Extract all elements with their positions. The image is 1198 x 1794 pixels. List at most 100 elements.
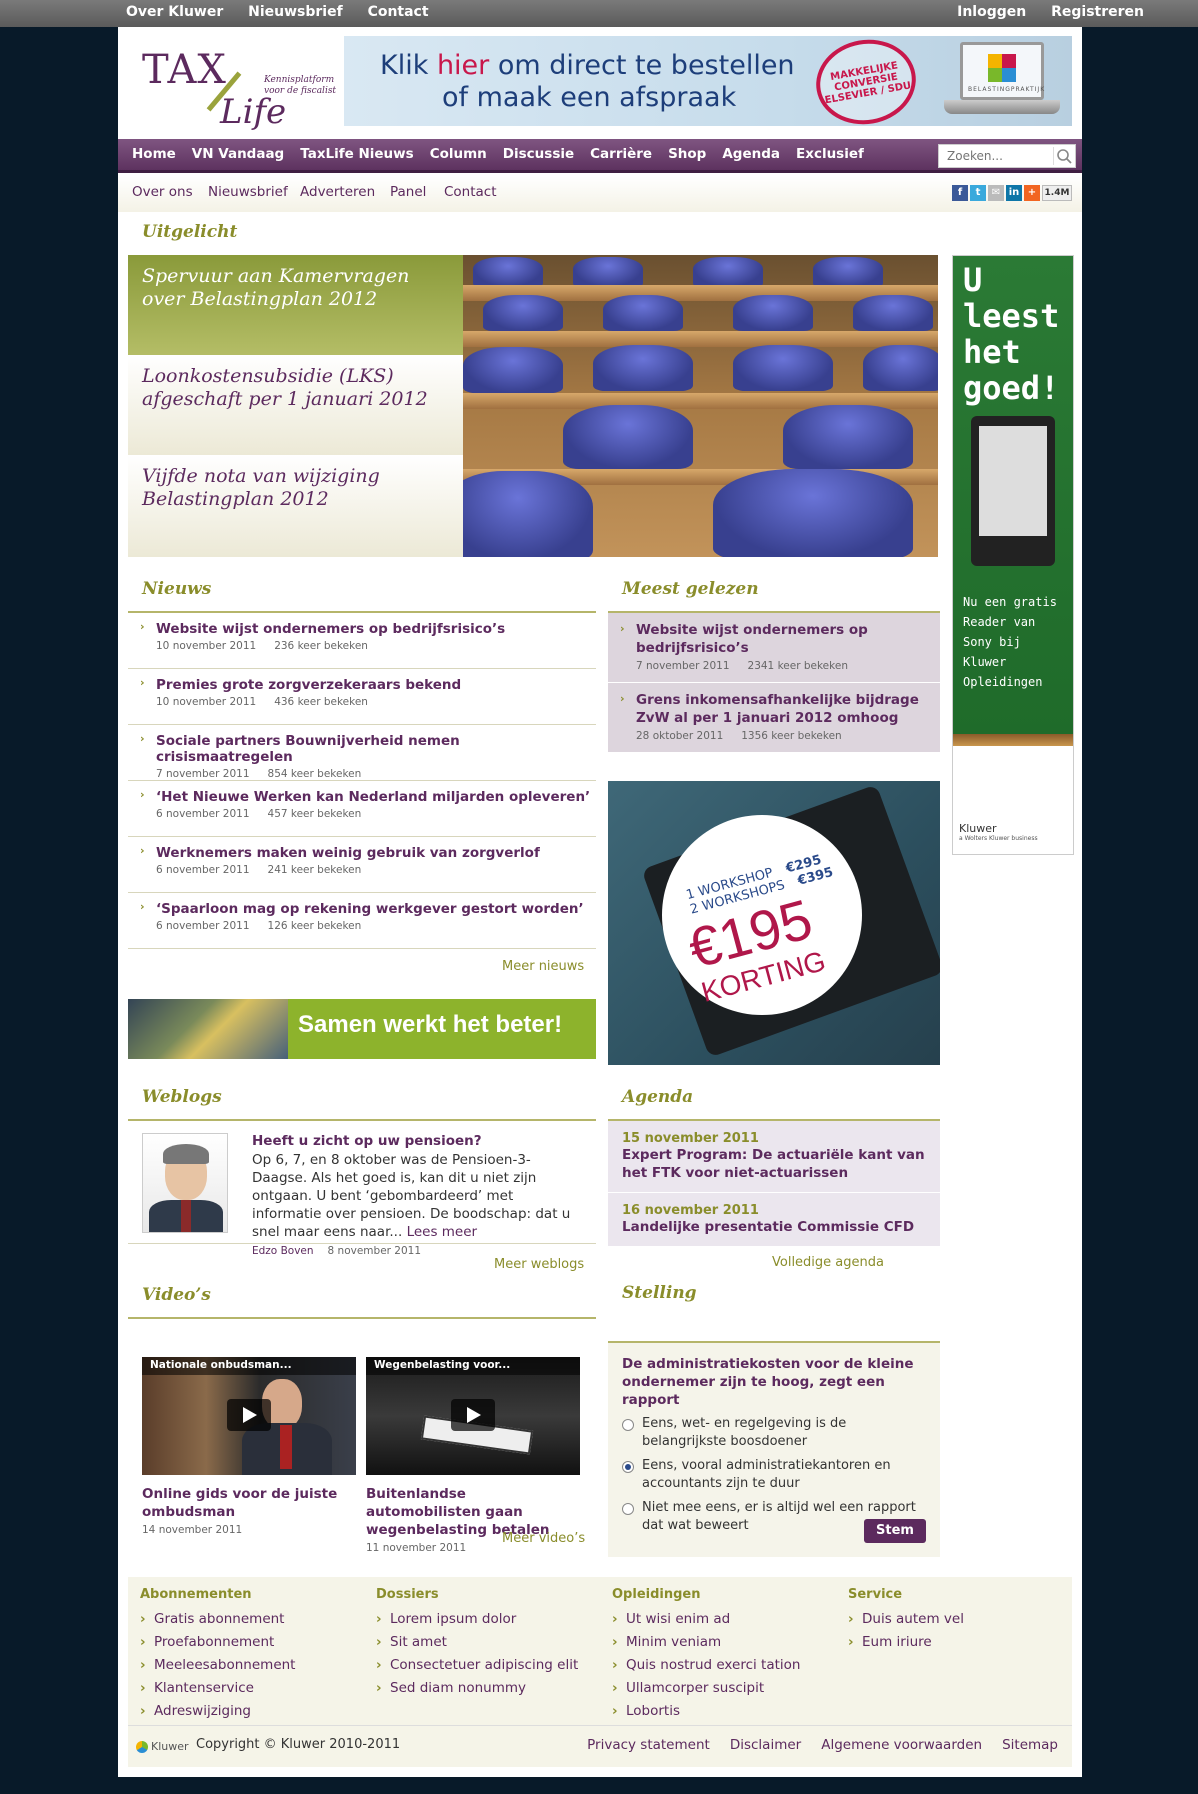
video-thumbnail[interactable]: Wegenbelasting voor... (366, 1357, 580, 1475)
twitter-icon[interactable]: t (970, 185, 986, 201)
footer-link[interactable]: Minim veniam (612, 1631, 800, 1654)
news-link[interactable]: Sociale partners Bouwnijverheid nemen cr… (156, 733, 596, 765)
search-icon[interactable] (1053, 147, 1073, 165)
more-news-link[interactable]: Meer nieuws (502, 959, 584, 974)
subnav-over-ons[interactable]: Over ons (132, 184, 193, 200)
nav-discussie[interactable]: Discussie (495, 139, 582, 173)
featured-item[interactable]: Spervuur aan Kamervragen over Belastingp… (128, 255, 463, 355)
nav-vn-vandaag[interactable]: VN Vandaag (184, 139, 292, 173)
samen-banner[interactable]: Samen werkt het beter! (128, 999, 596, 1059)
sitemap-link[interactable]: Sitemap (1002, 1737, 1058, 1753)
agenda-item: 16 november 2011 Landelijke presentatie C… (608, 1193, 940, 1247)
uitgelicht-title: Uitgelicht (142, 222, 238, 242)
footer-link[interactable]: Quis nostrud exerci tation (612, 1654, 800, 1677)
header-banner-ad[interactable]: Klik hier om direct te bestellen of maak… (344, 36, 1072, 126)
footer-link[interactable]: Duis autem vel (848, 1608, 964, 1631)
footer-link[interactable]: Gratis abonnement (140, 1608, 295, 1631)
page: TAX Life Kennisplatform voor de fiscalis… (118, 27, 1082, 1777)
most-read-link[interactable]: Grens inkomensafhankelijke bijdrage ZvW … (636, 691, 926, 727)
nav-taxlife-nieuws[interactable]: TaxLife Nieuws (292, 139, 421, 173)
privacy-link[interactable]: Privacy statement (587, 1737, 710, 1753)
rowing-photo (128, 999, 288, 1059)
footer-link[interactable]: Proefabonnement (140, 1631, 295, 1654)
subnav-adverteren[interactable]: Adverteren (300, 184, 375, 200)
vote-button[interactable]: Stem (864, 1519, 926, 1543)
news-link[interactable]: Website wijst ondernemers op bedrijfsris… (156, 621, 596, 637)
radio-button[interactable] (622, 1503, 634, 1515)
video-thumbnail[interactable]: Nationale onbudsman... (142, 1357, 356, 1475)
subnav-panel[interactable]: Panel (390, 184, 426, 200)
news-link[interactable]: Premies grote zorgverzekeraars bekend (156, 677, 596, 693)
video-title[interactable]: Online gids voor de juiste ombudsman (142, 1485, 356, 1521)
featured-photo[interactable] (463, 255, 938, 557)
footer-link[interactable]: Sed diam nonummy (376, 1677, 578, 1700)
more-videos-link[interactable]: Meer video’s (502, 1531, 585, 1546)
radio-button[interactable] (622, 1419, 634, 1431)
news-item: › Premies grote zorgverzekeraars bekend 10… (128, 669, 596, 725)
play-icon[interactable] (451, 1399, 495, 1431)
chevron-right-icon: › (140, 620, 145, 633)
weblog-author[interactable]: Edzo Boven (252, 1245, 314, 1257)
chevron-right-icon: › (620, 622, 625, 635)
top-links-left: Over Kluwer Nieuwsbrief Contact (126, 4, 449, 20)
addthis-icon[interactable]: + (1024, 185, 1040, 201)
read-more-link[interactable]: Lees meer (407, 1224, 478, 1240)
sidebar-ad[interactable]: U leest het goed! Nu een gratis Reader v… (952, 255, 1074, 855)
more-weblogs-link[interactable]: Meer weblogs (494, 1257, 584, 1272)
linkedin-icon[interactable]: in (1006, 185, 1022, 201)
footer-link[interactable]: Adreswijziging (140, 1700, 295, 1723)
footer-col-dossiers: Dossiers Lorem ipsum dolor Sit amet Cons… (376, 1587, 578, 1700)
workshop-ad[interactable]: 1 WORKSHOP€295 2 WORKSHOPS€395 €195 KORTI… (608, 781, 940, 1065)
footer-link[interactable]: Lorem ipsum dolor (376, 1608, 578, 1631)
footer-col-abonnementen: Abonnementen Gratis abonnement Proefabon… (140, 1587, 295, 1723)
subnav-nieuwsbrief[interactable]: Nieuwsbrief (208, 184, 288, 200)
most-read-link[interactable]: Website wijst ondernemers op bedrijfsris… (636, 621, 926, 657)
nav-agenda[interactable]: Agenda (714, 139, 788, 173)
footer-link[interactable]: Ut wisi enim ad (612, 1608, 800, 1631)
footer-link[interactable]: Klantenservice (140, 1677, 295, 1700)
footer-link[interactable]: Meeleesabonnement (140, 1654, 295, 1677)
disclaimer-link[interactable]: Disclaimer (730, 1737, 801, 1753)
full-agenda-link[interactable]: Volledige agenda (772, 1255, 884, 1270)
radio-button-selected[interactable] (622, 1461, 634, 1473)
agenda-link[interactable]: Landelijke presentatie Commissie CFD (622, 1218, 926, 1236)
facebook-icon[interactable]: f (952, 185, 968, 201)
news-link[interactable]: Werknemers maken weinig gebruik van zorg… (156, 845, 596, 861)
footer-link[interactable]: Lobortis (612, 1700, 800, 1723)
agenda-date: 16 november 2011 (622, 1203, 759, 1218)
nav-home[interactable]: Home (124, 139, 184, 173)
terms-link[interactable]: Algemene voorwaarden (821, 1737, 982, 1753)
search-input[interactable] (939, 145, 1049, 167)
news-link[interactable]: ‘Spaarloon mag op rekening werkgever ges… (156, 901, 596, 917)
nav-column[interactable]: Column (422, 139, 495, 173)
news-date: 6 november 2011 (156, 920, 250, 932)
search-box (938, 144, 1076, 168)
nav-exclusief[interactable]: Exclusief (788, 139, 872, 173)
taxlife-logo[interactable]: TAX Life Kennisplatform voor de fiscalis… (142, 47, 342, 137)
agenda-link[interactable]: Expert Program: De actuariële kant van h… (622, 1146, 926, 1182)
weblog-title[interactable]: Heeft u zicht op uw pensioen? (252, 1133, 582, 1149)
featured-item[interactable]: Vijfde nota van wijziging Belastingplan … (128, 455, 463, 557)
email-icon[interactable]: ✉ (988, 185, 1004, 201)
footer-link[interactable]: Consectetuer adipiscing elit (376, 1654, 578, 1677)
featured-item[interactable]: Loonkostensubsidie (LKS) afgeschaft per … (128, 355, 463, 455)
login-link[interactable]: Inloggen (957, 4, 1026, 20)
footer-link[interactable]: Ullamcorper suscipit (612, 1677, 800, 1700)
news-link[interactable]: ‘Het Nieuwe Werken kan Nederland miljard… (156, 789, 596, 805)
nav-shop[interactable]: Shop (660, 139, 714, 173)
news-views: 854 keer bekeken (267, 768, 362, 780)
footer-heading: Opleidingen (612, 1587, 701, 1602)
poll-option[interactable]: Eens, wet- en regelgeving is de belangri… (622, 1415, 926, 1451)
footer-link[interactable]: Sit amet (376, 1631, 578, 1654)
nav-carriere[interactable]: Carrière (582, 139, 660, 173)
top-link-contact[interactable]: Contact (368, 4, 429, 20)
register-link[interactable]: Registreren (1051, 4, 1144, 20)
poll-option[interactable]: Eens, vooral administratiekantoren en ac… (622, 1457, 926, 1493)
top-link-nieuwsbrief[interactable]: Nieuwsbrief (248, 4, 343, 20)
chalkboard: U leest het goed! Nu een gratis Reader v… (953, 256, 1073, 734)
footer-link[interactable]: Eum iriure (848, 1631, 964, 1654)
featured-list: Spervuur aan Kamervragen over Belastingp… (128, 255, 463, 557)
play-icon[interactable] (227, 1399, 271, 1431)
subnav-contact[interactable]: Contact (444, 184, 497, 200)
top-link-over-kluwer[interactable]: Over Kluwer (126, 4, 223, 20)
